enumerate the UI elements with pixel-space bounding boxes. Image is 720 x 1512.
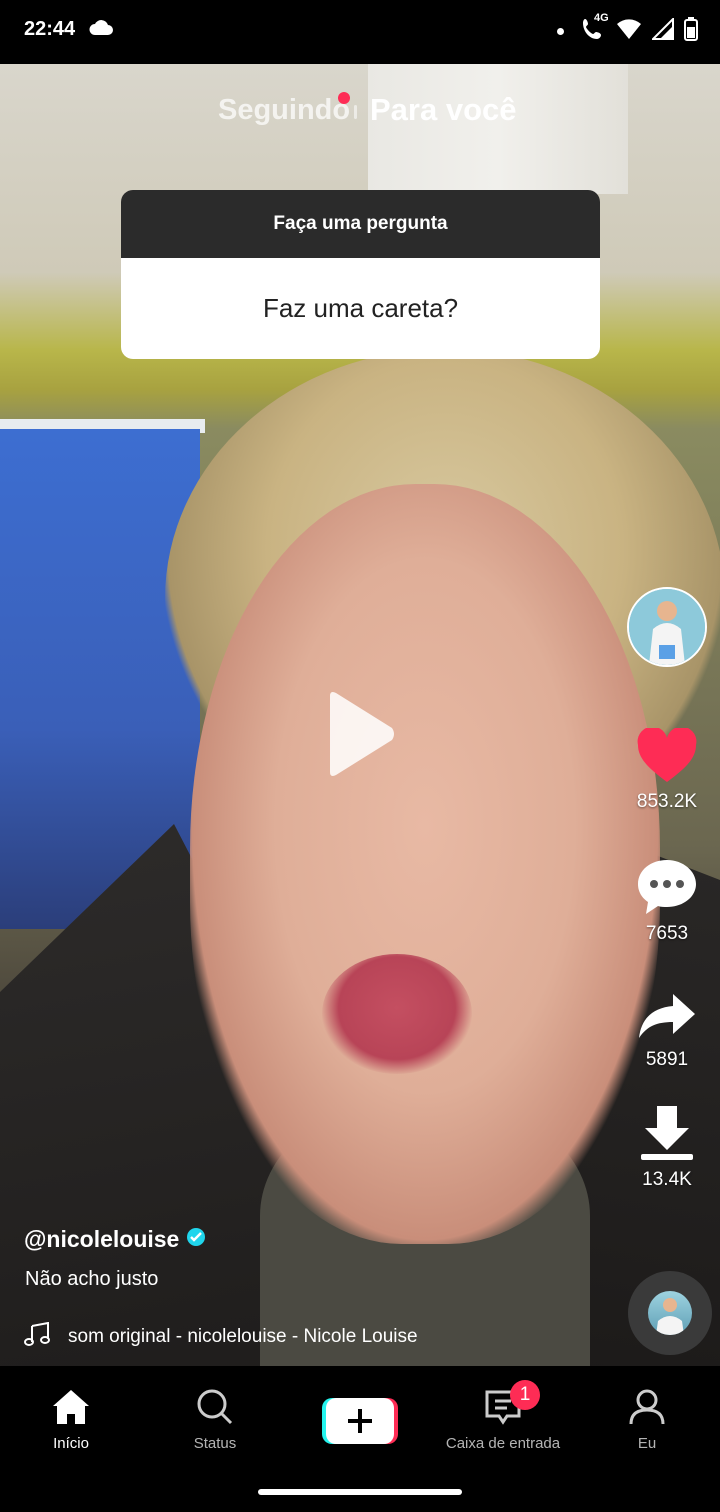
creator-avatar[interactable]	[627, 587, 707, 667]
nav-inbox[interactable]: Caixa de entrada	[443, 1388, 563, 1452]
network-label: 4G	[594, 11, 609, 24]
wifi-calling-icon: 4G	[580, 12, 609, 47]
post-username[interactable]: @nicolelouise	[24, 1226, 179, 1253]
signal-icon	[650, 16, 674, 45]
like-button[interactable]: 853.2K	[622, 726, 712, 813]
comment-count: 7653	[645, 923, 689, 944]
save-button[interactable]: 13.4K	[622, 1104, 712, 1191]
dot-icon	[557, 27, 564, 35]
video-subject-mouth	[322, 954, 472, 1074]
inbox-badge: 1	[510, 1380, 540, 1410]
nav-discover[interactable]: Status	[155, 1388, 275, 1452]
like-count: 853.2K	[636, 791, 698, 812]
sound-disc-avatar	[648, 1291, 692, 1335]
share-icon	[637, 994, 697, 1046]
sound-disc[interactable]	[628, 1271, 712, 1355]
nav-inbox-label: Caixa de entrada	[445, 1435, 561, 1452]
question-sticker[interactable]: Faça uma pergunta Faz uma careta?	[121, 190, 600, 359]
nav-profile-label: Eu	[637, 1435, 657, 1452]
share-count: 5891	[645, 1049, 689, 1070]
tab-divider	[354, 105, 357, 119]
heart-icon	[636, 726, 698, 788]
inbox-icon	[483, 1390, 523, 1430]
question-sticker-header: Faça uma pergunta	[121, 190, 600, 258]
share-button[interactable]: 5891	[622, 992, 712, 1071]
battery-icon	[684, 16, 698, 46]
feed-tabs: Seguindo Para você	[0, 92, 720, 132]
comment-icon	[636, 860, 698, 920]
profile-icon	[627, 1389, 667, 1430]
nav-home[interactable]: Início	[11, 1388, 131, 1452]
status-bar: 22:44 4G	[0, 0, 720, 64]
post-caption: Não acho justo	[25, 1268, 159, 1290]
search-icon	[195, 1389, 235, 1430]
video-subject-face	[190, 484, 660, 1244]
nav-discover-label: Status	[193, 1435, 237, 1452]
nav-profile[interactable]: Eu	[587, 1388, 707, 1452]
home-icon	[51, 1390, 91, 1430]
status-time: 22:44	[24, 18, 76, 40]
nav-home-label: Início	[53, 1435, 89, 1452]
play-icon[interactable]	[326, 690, 396, 783]
wifi-icon	[616, 18, 642, 45]
bottom-nav: Início Status Caixa de entrada 1 Eu	[0, 1366, 720, 1512]
home-indicator[interactable]	[258, 1489, 462, 1495]
new-content-dot	[338, 92, 350, 104]
save-count: 13.4K	[642, 1169, 692, 1190]
comment-button[interactable]: 7653	[622, 858, 712, 945]
create-button[interactable]	[322, 1396, 398, 1446]
tab-for-you[interactable]: Para você	[370, 92, 517, 128]
post-username-row[interactable]: @nicolelouise	[24, 1226, 206, 1253]
sound-row[interactable]: som original - nicolelouise - Nicole Lou…	[24, 1321, 418, 1352]
cloud-icon	[88, 18, 114, 43]
sound-name: som original - nicolelouise - Nicole Lou…	[68, 1326, 418, 1347]
tab-following[interactable]: Seguindo	[218, 94, 350, 127]
download-icon	[639, 1106, 695, 1166]
verified-badge-icon	[186, 1226, 206, 1253]
music-note-icon	[24, 1321, 50, 1352]
question-sticker-text: Faz uma careta?	[121, 258, 600, 359]
